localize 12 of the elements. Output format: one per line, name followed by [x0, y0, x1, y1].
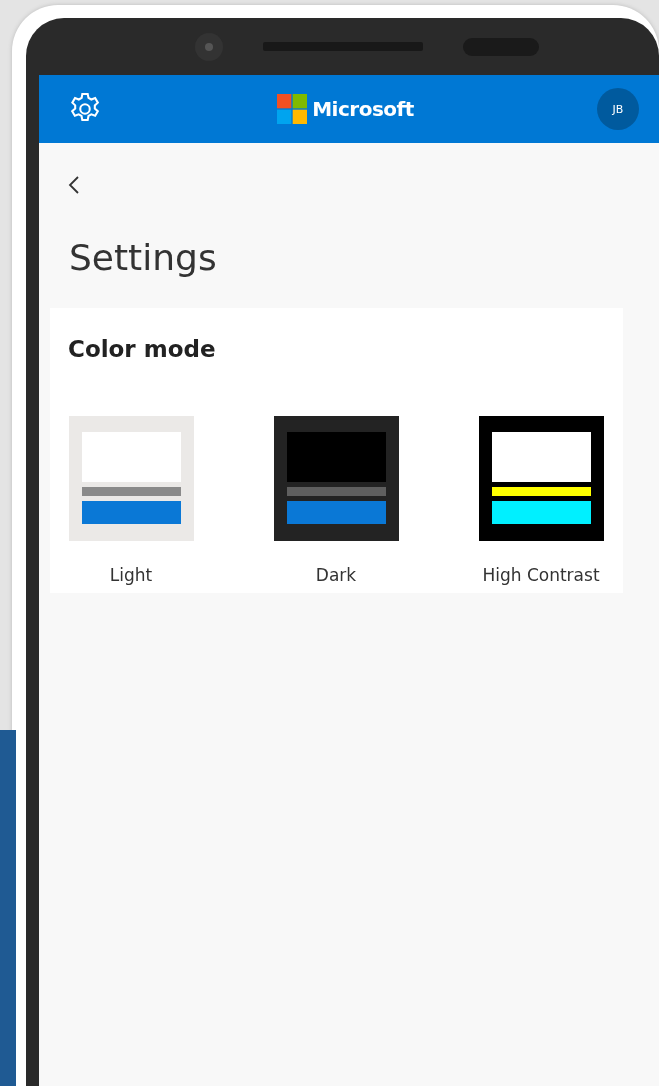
user-avatar[interactable]: JB — [597, 88, 639, 130]
page-title: Settings — [69, 237, 218, 278]
light-theme-preview[interactable] — [68, 416, 194, 541]
color-mode-label: Dark — [315, 565, 357, 585]
high-contrast-theme-preview[interactable] — [478, 416, 604, 541]
camera-icon — [195, 32, 223, 61]
section-heading: Color mode — [68, 336, 217, 362]
brand-name: Microsoft — [312, 97, 414, 121]
four-squares-logo-icon — [277, 94, 308, 124]
dark-theme-preview[interactable] — [273, 416, 399, 541]
color-mode-label: Light — [109, 565, 153, 585]
color-mode-label: High Contrast — [482, 565, 600, 585]
